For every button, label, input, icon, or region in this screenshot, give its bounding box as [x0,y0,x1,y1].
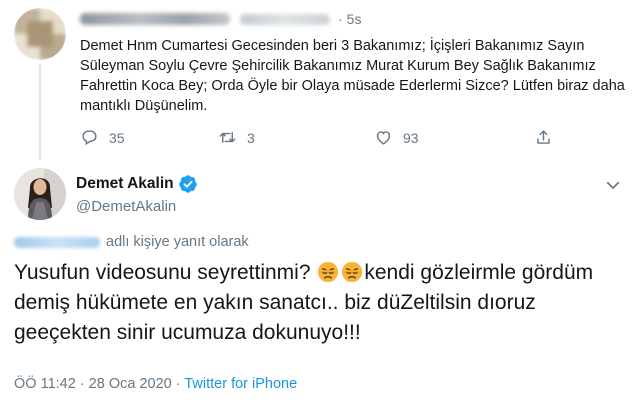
share-icon [537,130,550,144]
parent-avatar[interactable] [14,8,66,60]
parent-name-redacted[interactable] [80,13,230,25]
tweet-screenshot: · 5s Demet Hnm Cumartesi Gecesinden beri … [0,0,640,406]
share-button[interactable] [534,128,563,147]
demet-akalin-avatar[interactable] [14,168,66,220]
main-tweet-text: Yusufun videosunu seyrettinmi? kendi göz… [14,258,630,348]
reply-button[interactable]: 35 [80,128,125,147]
retweet-count: 3 [247,129,255,146]
tweet-timestamp[interactable]: ÖÖ 11:42 · 28 Oca 2020 · [14,376,184,392]
like-count: 93 [403,129,419,146]
replied-user-redacted[interactable] [14,236,100,248]
disappointed-face-emoji [342,261,363,283]
parent-tweet-text: Demet Hnm Cumartesi Gecesinden beri 3 Ba… [80,38,625,114]
author-handle[interactable]: @DemetAkalin [76,198,176,215]
replying-to-text: adlı kişiye yanıt olarak [106,234,249,250]
thread-connector-line [39,64,41,160]
retweet-icon [219,132,236,143]
reply-icon [82,130,97,146]
chevron-down-icon[interactable] [604,176,622,194]
parent-action-bar: 35 3 93 [80,128,600,150]
reply-count: 35 [109,129,125,146]
tweet-meta-line: ÖÖ 11:42 · 28 Oca 2020 · Twitter for iPh… [14,376,297,392]
tweet-source-link[interactable]: Twitter for iPhone [184,376,297,392]
parent-handle-redacted[interactable] [240,13,330,25]
replying-to-line: adlı kişiye yanıt olarak [14,234,249,250]
author-name-row: Demet Akalin [76,174,198,194]
like-button[interactable]: 93 [374,128,419,147]
disappointed-face-emoji [318,261,339,283]
heart-icon [376,131,391,145]
author-display-name[interactable]: Demet Akalin [76,175,174,193]
parent-header: · 5s [80,10,361,28]
parent-tweet[interactable]: · 5s Demet Hnm Cumartesi Gecesinden beri … [0,0,640,160]
tweet-text-part1: Yusufun videosunu seyrettinmi? [14,261,317,284]
verified-badge-icon [178,175,197,193]
main-tweet: Demet Akalin @DemetAkalin adlı kişiye ya… [0,160,640,406]
retweet-button[interactable]: 3 [218,128,255,147]
parent-timestamp[interactable]: · 5s [338,11,361,27]
